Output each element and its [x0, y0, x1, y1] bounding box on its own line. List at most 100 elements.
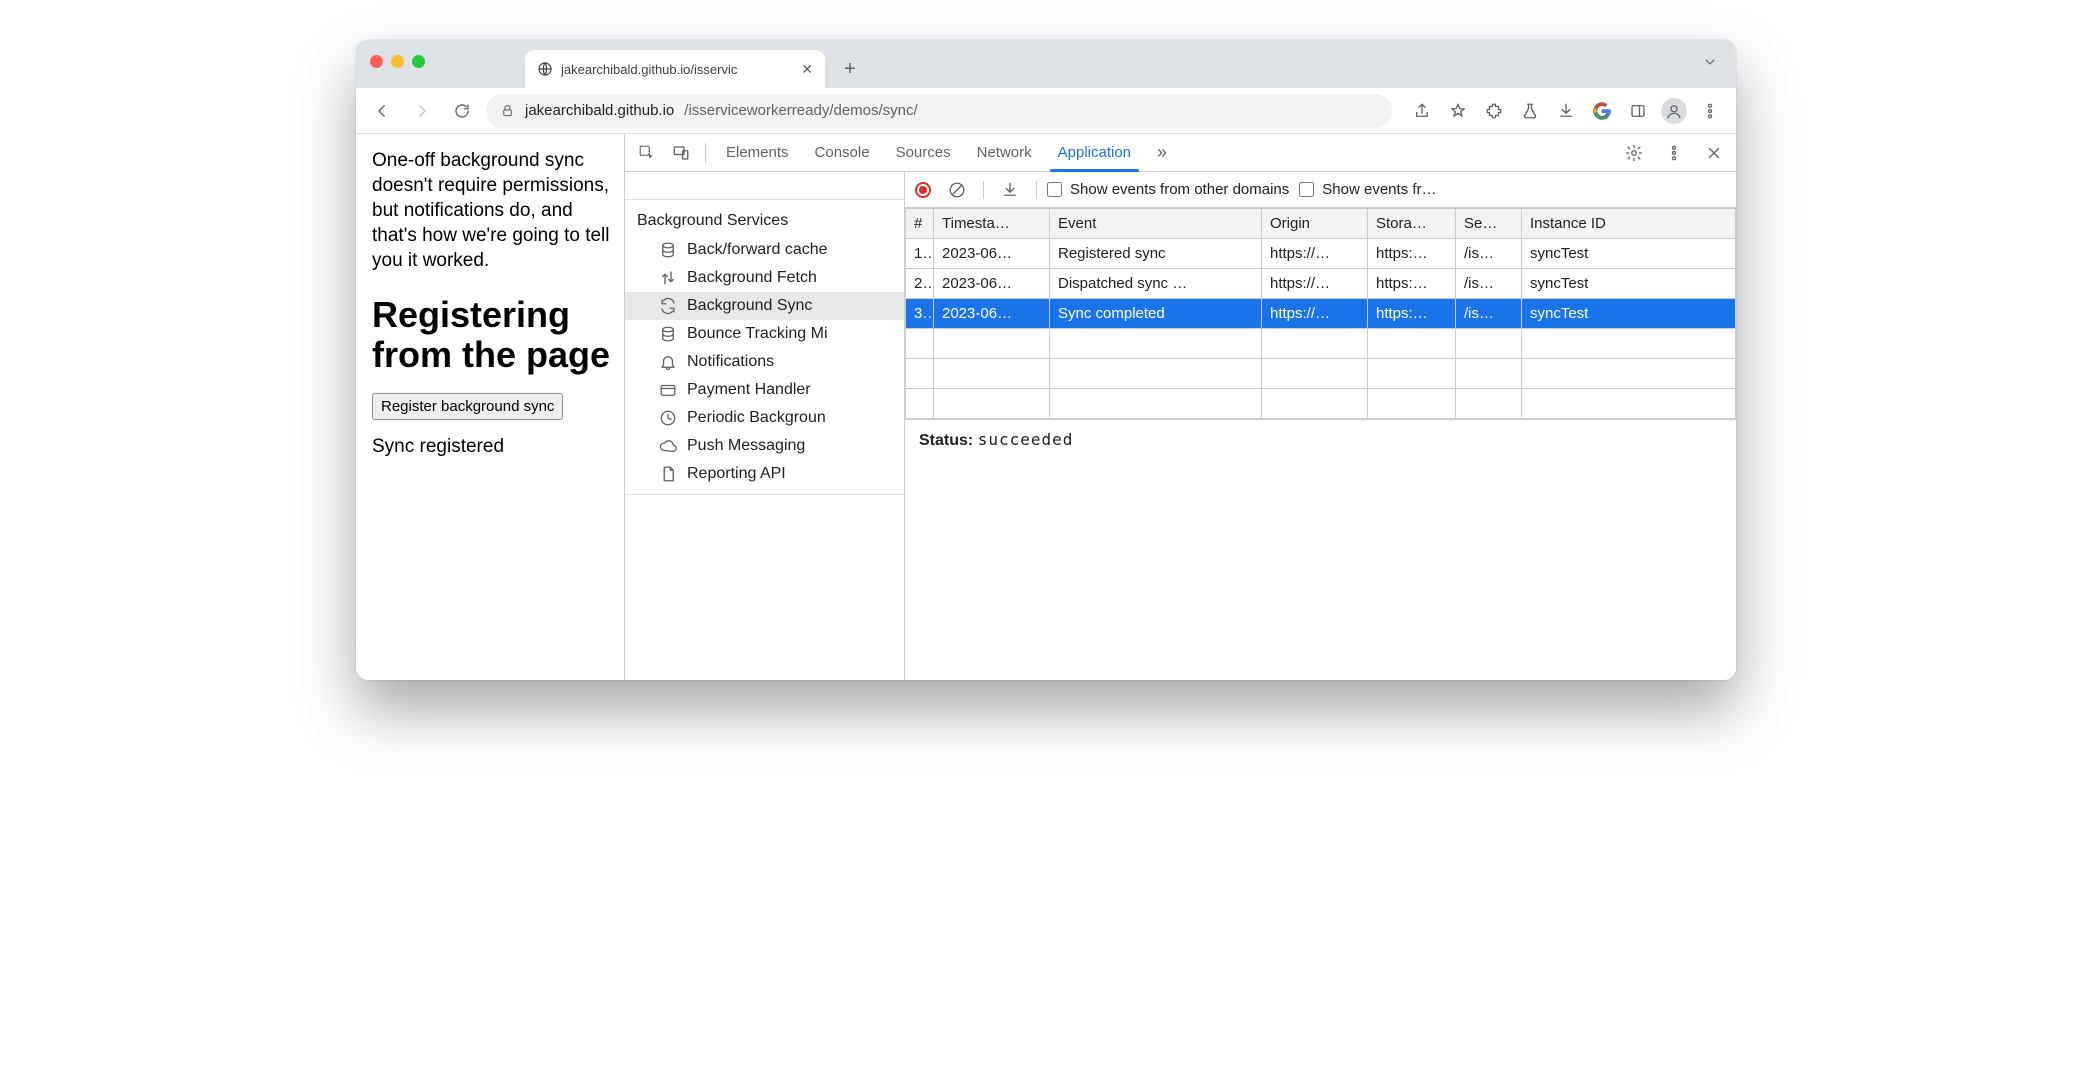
sidebar-item-notifications[interactable]: Notifications	[625, 348, 904, 376]
record-button[interactable]	[915, 182, 931, 198]
google-icon[interactable]	[1586, 95, 1618, 127]
sidebar-item-back-forward-cache[interactable]: Back/forward cache	[625, 236, 904, 264]
sidebar-item-reporting-api[interactable]: Reporting API	[625, 460, 904, 488]
page-content: One-off background sync doesn't require …	[356, 134, 624, 680]
sidebar-group-header: Background Services	[625, 206, 904, 236]
back-button[interactable]	[366, 95, 398, 127]
cell-n: 3.	[906, 299, 934, 329]
column-header[interactable]: Timesta…	[934, 209, 1050, 239]
status-label: Status:	[919, 432, 973, 449]
close-window-icon[interactable]	[370, 55, 383, 68]
intro-text: One-off background sync doesn't require …	[372, 148, 614, 273]
share-icon[interactable]	[1406, 95, 1438, 127]
column-header[interactable]: Stora…	[1368, 209, 1456, 239]
column-header[interactable]: Se…	[1456, 209, 1522, 239]
devtools-close-icon[interactable]	[1698, 137, 1730, 169]
browser-window: jakearchibald.github.io/isservic ✕ + jak…	[356, 40, 1736, 680]
cell-origin: https://…	[1262, 299, 1368, 329]
sidebar-item-background-fetch[interactable]: Background Fetch	[625, 264, 904, 292]
cell-storage: https:…	[1368, 269, 1456, 299]
table-row[interactable]: 2.2023-06…Dispatched sync …https://…http…	[906, 269, 1736, 299]
sidebar-item-payment-handler[interactable]: Payment Handler	[625, 376, 904, 404]
tabs-dropdown-icon[interactable]	[1702, 54, 1718, 73]
browser-tab[interactable]: jakearchibald.github.io/isservic ✕	[525, 50, 825, 88]
bookmark-star-icon[interactable]	[1442, 95, 1474, 127]
table-row[interactable]: 3.2023-06…Sync completedhttps://…https:……	[906, 299, 1736, 329]
browser-toolbar: jakearchibald.github.io/isserviceworkerr…	[356, 88, 1736, 134]
tab-elements[interactable]: Elements	[714, 134, 801, 171]
column-header[interactable]: Event	[1050, 209, 1262, 239]
cell-storage: https:…	[1368, 299, 1456, 329]
address-bar[interactable]: jakearchibald.github.io/isserviceworkerr…	[486, 94, 1392, 128]
sidebar-item-label: Payment Handler	[687, 381, 811, 399]
extensions-icon[interactable]	[1478, 95, 1510, 127]
column-header[interactable]: Origin	[1262, 209, 1368, 239]
sidebar-item-push-messaging[interactable]: Push Messaging	[625, 432, 904, 460]
sidebar-item-label: Background Sync	[687, 297, 812, 315]
maximize-window-icon[interactable]	[412, 55, 425, 68]
profile-avatar[interactable]	[1658, 95, 1690, 127]
close-tab-icon[interactable]: ✕	[801, 62, 813, 76]
cell-storage: https:…	[1368, 239, 1456, 269]
devtools-body: Background Services Back/forward cache Ba…	[625, 172, 1736, 680]
toolbar-right	[1406, 95, 1726, 127]
forward-button[interactable]	[406, 95, 438, 127]
cell-instance: syncTest	[1522, 239, 1736, 269]
page-status: Sync registered	[372, 436, 614, 458]
cell-n: 2.	[906, 269, 934, 299]
save-events-icon[interactable]	[994, 174, 1026, 206]
downloads-icon[interactable]	[1550, 95, 1582, 127]
url-host: jakearchibald.github.io	[525, 102, 674, 119]
window-controls	[370, 55, 425, 68]
tab-application[interactable]: Application	[1046, 134, 1143, 171]
cell-instance: syncTest	[1522, 269, 1736, 299]
tab-network[interactable]: Network	[965, 134, 1044, 171]
events-table: #Timesta…EventOriginStora…Se…Instance ID…	[905, 208, 1736, 419]
table-row-empty	[906, 389, 1736, 419]
tab-sources[interactable]: Sources	[884, 134, 963, 171]
cell-ts: 2023-06…	[934, 299, 1050, 329]
side-panel-icon[interactable]	[1622, 95, 1654, 127]
sidebar-item-background-sync[interactable]: Background Sync	[625, 292, 904, 320]
register-sync-button[interactable]: Register background sync	[372, 393, 563, 420]
table-row-empty	[906, 359, 1736, 389]
checkbox2-label: Show events fr…	[1322, 181, 1436, 198]
devtools-menu-icon[interactable]	[1658, 137, 1690, 169]
device-toggle-icon[interactable]	[665, 137, 697, 169]
cell-event: Dispatched sync …	[1050, 269, 1262, 299]
cell-ts: 2023-06…	[934, 269, 1050, 299]
status-area: Status: succeeded	[905, 419, 1736, 460]
sidebar-item-bounce-tracking-mi[interactable]: Bounce Tracking Mi	[625, 320, 904, 348]
tab-console[interactable]: Console	[803, 134, 882, 171]
sidebar-item-label: Reporting API	[687, 465, 786, 483]
minimize-window-icon[interactable]	[391, 55, 404, 68]
inspect-element-icon[interactable]	[631, 137, 663, 169]
new-tab-button[interactable]: +	[833, 52, 867, 86]
clear-icon[interactable]	[941, 174, 973, 206]
sidebar-item-label: Push Messaging	[687, 437, 805, 455]
cell-origin: https://…	[1262, 269, 1368, 299]
events-toolbar: Show events from other domains Show even…	[905, 172, 1736, 208]
sidebar-item-label: Back/forward cache	[687, 241, 828, 259]
show-events-checkbox[interactable]: Show events fr…	[1299, 181, 1436, 198]
page-heading: Registering from the page	[372, 295, 614, 374]
globe-icon	[537, 61, 553, 77]
sidebar-item-label: Background Fetch	[687, 269, 817, 287]
cell-event: Registered sync	[1050, 239, 1262, 269]
show-other-domains-checkbox[interactable]: Show events from other domains	[1047, 181, 1289, 198]
kebab-menu-icon[interactable]	[1694, 95, 1726, 127]
column-header[interactable]: Instance ID	[1522, 209, 1736, 239]
cell-scope: /is…	[1456, 239, 1522, 269]
settings-gear-icon[interactable]	[1618, 137, 1650, 169]
cell-scope: /is…	[1456, 269, 1522, 299]
cell-instance: syncTest	[1522, 299, 1736, 329]
checkbox1-label: Show events from other domains	[1070, 181, 1289, 198]
sidebar-item-periodic-backgroun[interactable]: Periodic Backgroun	[625, 404, 904, 432]
tabs-overflow[interactable]: »	[1145, 134, 1179, 171]
column-header[interactable]: #	[906, 209, 934, 239]
cell-event: Sync completed	[1050, 299, 1262, 329]
table-row[interactable]: 1.2023-06…Registered synchttps://…https:…	[906, 239, 1736, 269]
labs-icon[interactable]	[1514, 95, 1546, 127]
devtools-tabs: Elements Console Sources Network Applica…	[625, 134, 1736, 172]
reload-button[interactable]	[446, 95, 478, 127]
